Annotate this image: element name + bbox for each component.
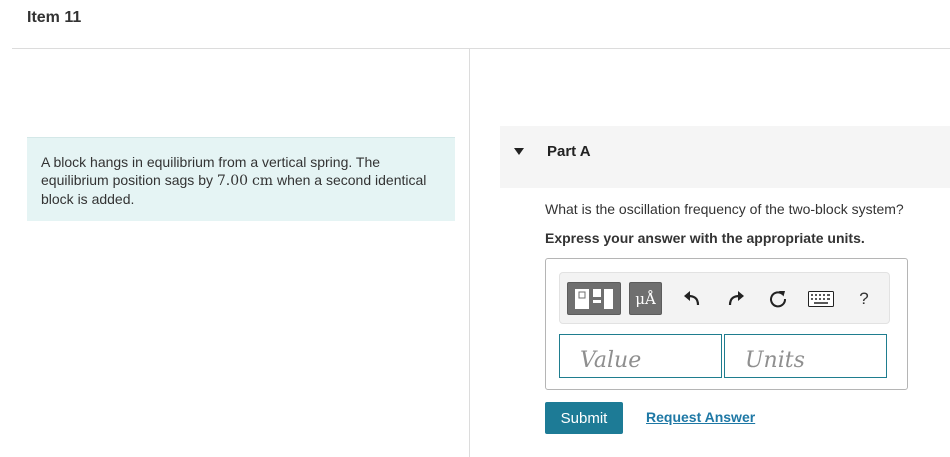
units-icon: μÅ [635, 289, 656, 308]
keyboard-icon [808, 291, 834, 307]
caret-down-icon[interactable] [514, 148, 524, 155]
math-toolbar: μÅ ? [559, 272, 890, 324]
answer-box: μÅ ? [545, 258, 908, 390]
answer-instruction: Express your answer with the appropriate… [545, 230, 865, 246]
redo-icon [728, 291, 744, 306]
value-input[interactable] [559, 334, 722, 378]
submit-button[interactable]: Submit [545, 402, 623, 434]
part-title[interactable]: Part A [547, 143, 591, 160]
redo-button[interactable] [726, 286, 746, 312]
intro-unit: cm [251, 173, 274, 189]
units-input[interactable] [724, 334, 887, 378]
undo-icon [684, 291, 700, 306]
question-text: What is the oscillation frequency of the… [545, 201, 904, 217]
help-icon: ? [859, 289, 869, 308]
request-answer-link[interactable]: Request Answer [646, 409, 755, 425]
item-title: Item 11 [27, 9, 82, 26]
templates-icon [575, 288, 613, 309]
reset-icon [770, 291, 787, 308]
units-button[interactable]: μÅ [629, 282, 662, 315]
header-divider [12, 48, 950, 49]
help-button[interactable]: ? [854, 286, 874, 312]
intro-value: 7.00 [216, 173, 249, 189]
column-divider [469, 49, 470, 457]
reset-button[interactable] [767, 286, 789, 312]
keyboard-button[interactable] [808, 286, 834, 312]
part-a-header[interactable]: Part A [500, 126, 950, 188]
undo-button[interactable] [682, 286, 702, 312]
templates-button[interactable] [567, 282, 621, 315]
problem-intro: A block hangs in equilibrium from a vert… [27, 137, 455, 221]
